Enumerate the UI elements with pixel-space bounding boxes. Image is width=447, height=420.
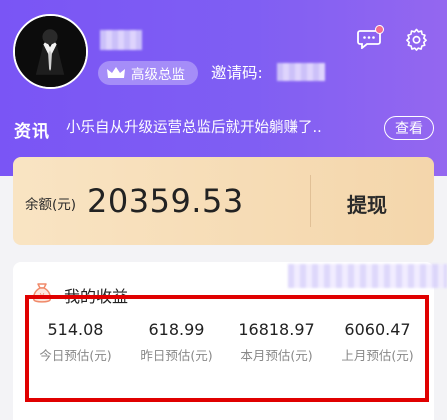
balance-value: 20359.53 [87, 182, 244, 220]
gear-icon[interactable] [405, 28, 428, 51]
news-ticker-text[interactable]: 小乐自从升级运营总监后就开始躺赚了.. [66, 119, 322, 137]
level-badge: 高级总监 [98, 61, 198, 85]
notification-dot [375, 25, 384, 34]
stat-label: 今日预估(元) [39, 348, 112, 363]
invite-code-label: 邀请码: [211, 64, 263, 82]
balance-divider [310, 175, 311, 227]
balance-card: 余额(元) 20359.53 提现 [13, 157, 434, 245]
income-redacted [288, 264, 447, 288]
stat-value: 618.99 [148, 320, 205, 339]
news-tag: 资讯 [14, 122, 50, 142]
withdraw-button[interactable]: 提现 [347, 189, 387, 218]
stat-value: 514.08 [47, 320, 104, 339]
stat-label: 昨日预估(元) [140, 348, 213, 363]
stat-value: 6060.47 [344, 320, 411, 339]
stat-value: 16818.97 [238, 320, 315, 339]
username-redacted [100, 30, 142, 50]
balance-label: 余额(元) [25, 197, 77, 213]
stat-label: 上月预估(元) [341, 348, 414, 363]
income-stats-highlight: 514.08 今日预估(元) 618.99 昨日预估(元) 16818.97 本… [25, 295, 429, 402]
invite-code-redacted [277, 63, 325, 81]
crown-icon [107, 67, 125, 78]
avatar-suit-icon [15, 16, 86, 87]
stat-label: 本月预估(元) [240, 348, 313, 363]
view-news-button[interactable]: 查看 [384, 116, 434, 140]
level-badge-label: 高级总监 [131, 67, 185, 83]
avatar[interactable] [13, 14, 88, 89]
